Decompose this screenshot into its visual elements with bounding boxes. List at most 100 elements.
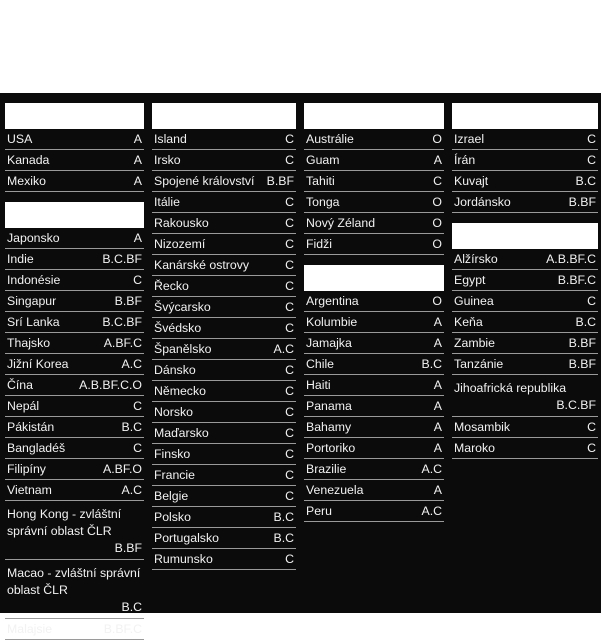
table-row[interactable]: Rumunsko C [152, 549, 296, 570]
country-name: Nizozemí [154, 237, 206, 251]
table-row[interactable]: Chile B.C [304, 354, 444, 375]
country-name: Zambie [454, 336, 496, 350]
column-4-group-2-header [452, 223, 598, 249]
table-row[interactable]: Izrael C [452, 129, 598, 150]
column-3-group-1-header [304, 103, 444, 129]
table-row[interactable]: Indonésie C [5, 270, 144, 291]
table-row[interactable]: Indie B.C.BF [5, 249, 144, 270]
table-row[interactable]: Hong Kong - zvláštní správní oblast ČLR B… [5, 501, 144, 560]
table-row[interactable]: Finsko C [152, 444, 296, 465]
table-row[interactable]: Španělsko A.C [152, 339, 296, 360]
table-row[interactable]: Jihoafrická republika B.C.BF [452, 375, 598, 417]
table-row[interactable]: Vietnam A.C [5, 480, 144, 501]
table-row[interactable]: Kanárské ostrovy C [152, 255, 296, 276]
country-name: Tonga [306, 195, 340, 209]
table-row[interactable]: Mexiko A [5, 171, 144, 192]
table-row[interactable]: Austrálie O [304, 129, 444, 150]
table-row[interactable]: Alžírsko A.B.BF.C [452, 249, 598, 270]
table-row[interactable]: Venezuela A [304, 480, 444, 501]
country-name: Guinea [454, 294, 494, 308]
table-row[interactable]: Portoriko A [304, 438, 444, 459]
table-row[interactable]: Řecko C [152, 276, 296, 297]
table-row[interactable]: Maroko C [452, 438, 598, 459]
table-row[interactable]: Nepál C [5, 396, 144, 417]
table-row[interactable]: Brazilie A.C [304, 459, 444, 480]
country-name: Vietnam [7, 483, 52, 497]
country-code: A.BF.O [103, 462, 142, 476]
table-row[interactable]: Peru A.C [304, 501, 444, 522]
table-row[interactable]: Argentina O [304, 291, 444, 312]
table-row[interactable]: Keňa B.C [452, 312, 598, 333]
table-row[interactable]: Švýcarsko C [152, 297, 296, 318]
table-row[interactable]: Bangladéš C [5, 438, 144, 459]
table-row[interactable]: Nový Zéland O [304, 213, 444, 234]
table-row[interactable]: Haiti A [304, 375, 444, 396]
country-code: O [432, 195, 442, 209]
country-code: B.C [575, 315, 597, 329]
table-row[interactable]: USA A [5, 129, 144, 150]
table-row[interactable]: Kuvajt B.C [452, 171, 598, 192]
table-row[interactable]: Dánsko C [152, 360, 296, 381]
table-row[interactable]: Mosambik C [452, 417, 598, 438]
country-name: Srí Lanka [7, 315, 60, 329]
column-4: Izrael C Írán C Kuvajt B.C Jordánsko B.BF Alžírs… [448, 103, 601, 459]
table-row[interactable]: Maďarsko C [152, 423, 296, 444]
country-name: Německo [154, 384, 206, 398]
country-name: Bahamy [306, 420, 352, 434]
country-name: Island [154, 132, 187, 146]
table-row[interactable]: Tahiti C [304, 171, 444, 192]
table-row[interactable]: Egypt B.BF.C [452, 270, 598, 291]
table-row[interactable]: Portugalsko B.C [152, 528, 296, 549]
country-name: Maďarsko [154, 426, 209, 440]
table-row[interactable]: Macao - zvláštní správní oblast ČLR B.C [5, 560, 144, 619]
table-row[interactable]: Jordánsko B.BF [452, 192, 598, 213]
country-code: A.C [421, 462, 443, 476]
country-name: Francie [154, 468, 196, 482]
table-row[interactable]: Guam A [304, 150, 444, 171]
country-code: A [133, 231, 142, 245]
table-row[interactable]: Jamajka A [304, 333, 444, 354]
country-code: A [433, 441, 442, 455]
table-row[interactable]: Belgie C [152, 486, 296, 507]
table-row[interactable]: Nizozemí C [152, 234, 296, 255]
table-row[interactable]: Srí Lanka B.C.BF [5, 312, 144, 333]
table-row[interactable]: Kolumbie A [304, 312, 444, 333]
table-row[interactable]: Bahamy A [304, 417, 444, 438]
country-code: B.BF [568, 195, 596, 209]
table-row[interactable]: Guinea C [452, 291, 598, 312]
table-row[interactable]: Írán C [452, 150, 598, 171]
table-row[interactable]: Island C [152, 129, 296, 150]
table-row[interactable]: Kanada A [5, 150, 144, 171]
table-row[interactable]: Jižní Korea A.C [5, 354, 144, 375]
table-row[interactable]: Německo C [152, 381, 296, 402]
table-row[interactable]: Japonsko A [5, 228, 144, 249]
country-name: Macao - zvláštní správní oblast ČLR [7, 566, 141, 597]
table-row[interactable]: Thajsko A.BF.C [5, 333, 144, 354]
table-row[interactable]: Švédsko C [152, 318, 296, 339]
table-row[interactable]: Pákistán B.C [5, 417, 144, 438]
table-row[interactable]: Fidži O [304, 234, 444, 255]
table-row[interactable]: Zambie B.BF [452, 333, 598, 354]
table-row[interactable]: Francie C [152, 465, 296, 486]
country-name: Jihoafrická republika [454, 381, 567, 395]
table-row[interactable]: Čína A.B.BF.C.O [5, 375, 144, 396]
country-code: C [433, 174, 442, 188]
table-row[interactable]: Polsko B.C [152, 507, 296, 528]
table-row[interactable]: Spojené království B.BF [152, 171, 296, 192]
table-row[interactable]: Filipíny A.BF.O [5, 459, 144, 480]
table-row[interactable]: Tanzánie B.BF [452, 354, 598, 375]
column-1-group-1-rows: USA A Kanada A Mexiko A [5, 129, 144, 192]
table-row[interactable]: Norsko C [152, 402, 296, 423]
table-row[interactable]: Singapur B.BF [5, 291, 144, 312]
table-row[interactable]: Malajsie B.BF.C [5, 619, 144, 640]
columns-container: USA A Kanada A Mexiko A Japonsko A Indie B.C.BF In… [0, 93, 601, 640]
table-row[interactable]: Rakousko C [152, 213, 296, 234]
table-row[interactable]: Panama A [304, 396, 444, 417]
country-name: Rumunsko [154, 552, 213, 566]
table-row[interactable]: Itálie C [152, 192, 296, 213]
country-code: B.BF [568, 336, 596, 350]
table-row[interactable]: Irsko C [152, 150, 296, 171]
column-2-group-1-rows: Island C Irsko C Spojené království B.BF Itáli… [152, 129, 296, 570]
table-row[interactable]: Tonga O [304, 192, 444, 213]
country-code: C [133, 441, 142, 455]
